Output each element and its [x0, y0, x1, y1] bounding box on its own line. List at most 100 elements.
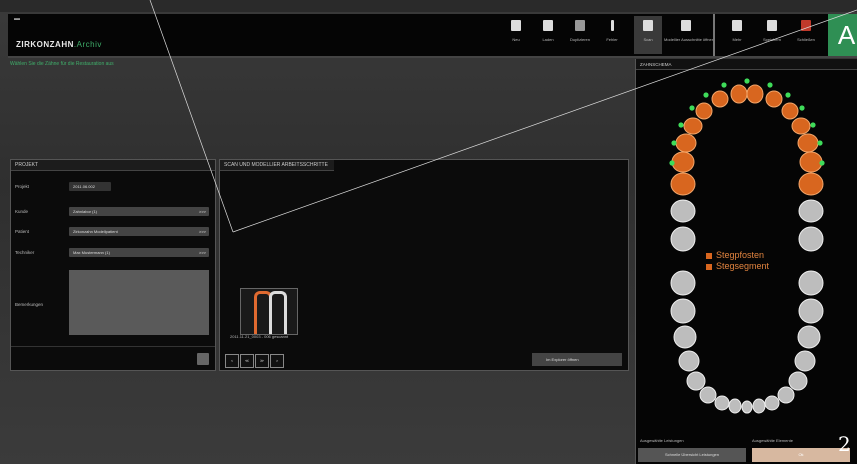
lower-tooth[interactable]: [794, 350, 816, 372]
selected-elements-label: Ausgewählte Elemente: [752, 438, 793, 443]
post-marker[interactable]: [785, 92, 791, 98]
toolbar-load-button[interactable]: Laden: [534, 16, 562, 54]
nav-last-button[interactable]: >: [270, 354, 284, 368]
post-marker[interactable]: [744, 78, 750, 84]
toolbar-more-button[interactable]: Mehr: [723, 16, 751, 54]
ok-button[interactable]: Ok: [752, 448, 850, 462]
post-marker[interactable]: [810, 122, 816, 128]
dropdown-arrow-icon: >>>: [198, 250, 206, 255]
lower-tooth[interactable]: [741, 400, 753, 414]
toolbar-error-button[interactable]: Fehler: [598, 16, 626, 54]
post-marker[interactable]: [767, 82, 773, 88]
technician-select[interactable]: Max Mustermann (1) >>>: [69, 248, 209, 257]
save-icon: [767, 20, 777, 31]
customer-select[interactable]: Zahnlabor (1) >>>: [69, 207, 209, 216]
post-marker[interactable]: [799, 105, 805, 111]
upper-tooth[interactable]: [798, 226, 824, 252]
project-label: Projekt: [15, 184, 30, 189]
thumbnail-caption: 2011.11.21_0003 - 006 gescannt: [230, 334, 289, 339]
upper-tooth[interactable]: [670, 172, 696, 196]
open-explorer-button[interactable]: Im Explorer öffnen: [532, 353, 622, 366]
lower-tooth[interactable]: [670, 298, 696, 324]
title-bar: ▬ ZIRKONZAHN.Archiv Neu Laden Dupliziere…: [8, 14, 857, 58]
upper-tooth[interactable]: [730, 84, 748, 104]
lower-tooth[interactable]: [686, 371, 706, 391]
scan-icon: [643, 20, 653, 31]
post-marker[interactable]: [671, 140, 677, 146]
logo-main-text: ZIRKONZAHN: [16, 40, 74, 49]
warning-icon: [610, 20, 614, 31]
folder-icon: [543, 20, 553, 31]
new-file-icon: [511, 20, 521, 31]
upper-tooth[interactable]: [781, 102, 799, 120]
post-marker[interactable]: [819, 160, 825, 166]
divider: [11, 346, 215, 347]
lower-tooth[interactable]: [797, 325, 821, 349]
upper-tooth[interactable]: [746, 84, 764, 104]
lower-tooth[interactable]: [714, 395, 730, 411]
lower-tooth[interactable]: [752, 398, 766, 414]
post-marker[interactable]: [721, 82, 727, 88]
legend-post: Stegpfosten: [706, 250, 764, 260]
thumbnail-arch-right: [269, 291, 287, 334]
lower-tooth[interactable]: [798, 298, 824, 324]
upper-tooth[interactable]: [671, 151, 695, 173]
lower-tooth[interactable]: [699, 386, 717, 404]
upper-tooth[interactable]: [670, 226, 696, 252]
lower-tooth[interactable]: [670, 270, 696, 296]
technician-label: Techniker: [15, 250, 35, 255]
lower-tooth[interactable]: [678, 350, 700, 372]
notes-label: Bemerkungen: [15, 302, 44, 307]
legend-swatch: [706, 252, 712, 259]
upper-tooth[interactable]: [711, 90, 729, 108]
close-icon: [801, 20, 811, 31]
scan-thumbnail[interactable]: [240, 288, 298, 335]
project-panel-title: PROJEKT: [11, 160, 215, 171]
toolbar-new-button[interactable]: Neu: [502, 16, 530, 54]
nav-prev-button[interactable]: ≪: [240, 354, 254, 368]
upper-tooth[interactable]: [765, 90, 783, 108]
lower-tooth[interactable]: [728, 398, 742, 414]
toolbar-save-button[interactable]: Speichern: [758, 16, 786, 54]
post-marker[interactable]: [669, 160, 675, 166]
post-marker[interactable]: [689, 105, 695, 111]
patient-select[interactable]: Zirkonzahn Modellpatient >>>: [69, 227, 209, 236]
services-overview-button[interactable]: Schnelle Übersicht Leistungen: [638, 448, 746, 462]
upper-tooth[interactable]: [695, 102, 713, 120]
toolbar-close-button[interactable]: Schließen: [792, 16, 820, 54]
toolbar-duplicate-button[interactable]: Duplizieren: [566, 16, 594, 54]
upper-tooth[interactable]: [670, 199, 696, 223]
project-field[interactable]: 2011.06.002: [69, 182, 111, 191]
window-control[interactable]: ▬: [14, 16, 20, 22]
toolbar-model-button[interactable]: Modellier Ausschnitte öffnen: [664, 16, 714, 54]
notes-textarea[interactable]: [69, 270, 209, 335]
post-marker[interactable]: [817, 140, 823, 146]
lower-tooth[interactable]: [673, 325, 697, 349]
upper-tooth[interactable]: [683, 117, 703, 135]
page-number: 2: [838, 432, 851, 456]
app-badge[interactable]: A: [828, 14, 857, 56]
duplicate-icon: [575, 20, 585, 31]
monitor-icon: [732, 20, 742, 31]
upper-tooth[interactable]: [797, 133, 819, 153]
lower-tooth[interactable]: [798, 270, 824, 296]
nav-first-button[interactable]: <: [225, 354, 239, 368]
top-strip: [0, 0, 857, 12]
post-marker[interactable]: [678, 122, 684, 128]
edit-button[interactable]: [197, 353, 209, 365]
nav-next-button[interactable]: ≫: [255, 354, 269, 368]
toolbar-scan-button[interactable]: Scan: [634, 16, 662, 54]
lower-tooth[interactable]: [788, 371, 808, 391]
tooth-chart-title: ZAHNSCHEMA: [636, 59, 857, 70]
post-marker[interactable]: [703, 92, 709, 98]
lower-tooth[interactable]: [777, 386, 795, 404]
upper-tooth[interactable]: [791, 117, 811, 135]
upper-tooth[interactable]: [798, 199, 824, 223]
lower-tooth[interactable]: [764, 395, 780, 411]
project-panel: PROJEKT Projekt 2011.06.002 Kunde Zahnla…: [10, 159, 216, 371]
upper-tooth[interactable]: [799, 151, 823, 173]
toolbar-separator: [713, 14, 715, 56]
upper-tooth[interactable]: [675, 133, 697, 153]
upper-tooth[interactable]: [798, 172, 824, 196]
app-logo: ZIRKONZAHN.Archiv: [16, 40, 102, 49]
